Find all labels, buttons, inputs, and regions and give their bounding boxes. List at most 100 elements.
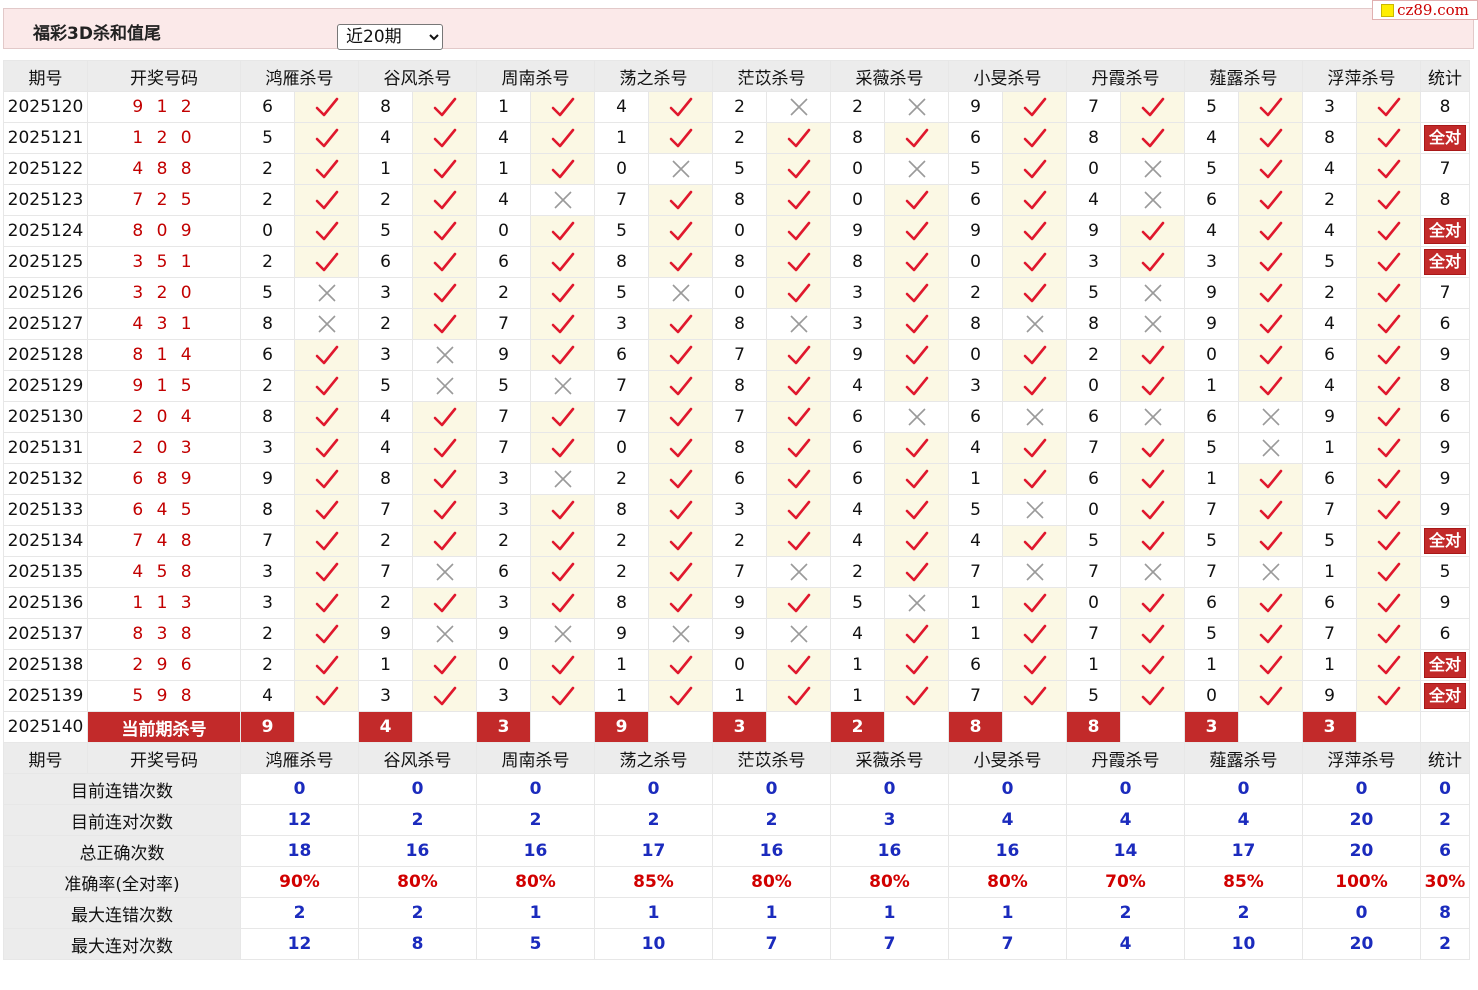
kill-number: 2 — [358, 525, 413, 557]
stats-value: 80% — [476, 866, 595, 898]
hit-mark — [766, 401, 831, 433]
hit-mark — [1356, 370, 1421, 402]
stat-cell: 8 — [1420, 370, 1470, 402]
hit-mark — [1002, 525, 1067, 557]
check-icon — [551, 593, 574, 613]
check-icon — [433, 190, 456, 210]
table-row: 2025131 2 0 33 4 7 0 8 6 4 7 5 1 9 — [3, 432, 1470, 464]
miss-mark — [530, 618, 595, 650]
hit-mark — [766, 370, 831, 402]
check-icon — [1023, 686, 1046, 706]
check-icon — [551, 159, 574, 179]
check-icon — [1023, 159, 1046, 179]
kill-number: 4 — [358, 122, 413, 154]
check-icon — [315, 562, 338, 582]
check-icon — [1023, 469, 1046, 489]
table-row: 2025134 7 4 8 7 2 2 2 2 4 4 5 5 5 全对 — [3, 525, 1470, 557]
hit-mark — [766, 649, 831, 681]
issue-number: 2025127 — [3, 308, 88, 340]
hit-mark — [1002, 649, 1067, 681]
table-row: 2025124 8 0 9 0 5 0 5 0 9 9 9 4 4 全对 — [3, 215, 1470, 247]
kill-number: 7 — [948, 556, 1003, 588]
miss-mark — [1238, 432, 1303, 464]
kill-number: 4 — [830, 494, 885, 526]
col-header-expert: 小旻杀号 — [948, 742, 1067, 774]
kill-number: 8 — [712, 308, 767, 340]
all-right-badge: 全对 — [1423, 249, 1466, 275]
check-icon — [1377, 128, 1400, 148]
hit-mark — [1356, 525, 1421, 557]
check-icon — [315, 407, 338, 427]
stats-value: 70% — [1066, 866, 1185, 898]
check-icon — [551, 221, 574, 241]
hit-mark — [294, 153, 359, 185]
cross-icon — [671, 160, 690, 178]
cross-icon — [1143, 284, 1162, 302]
hit-mark — [530, 432, 595, 464]
kill-number: 0 — [712, 215, 767, 247]
cross-icon — [1025, 563, 1044, 581]
kill-number: 6 — [1302, 587, 1357, 619]
stats-value: 2 — [1184, 897, 1303, 929]
cross-icon — [789, 563, 808, 581]
hit-mark — [648, 370, 713, 402]
kill-number: 6 — [240, 91, 295, 123]
check-icon — [905, 252, 928, 272]
stats-value: 4 — [1066, 804, 1185, 836]
kill-number: 5 — [1066, 525, 1121, 557]
check-icon — [669, 252, 692, 272]
cross-icon — [671, 625, 690, 643]
table-row: 2025130 2 0 48 4 7 7 7 6 6 6 6 9 6 — [3, 401, 1470, 433]
hit-mark — [1356, 680, 1421, 712]
kill-number: 6 — [948, 401, 1003, 433]
draw-numbers: 2 0 3 — [87, 432, 241, 464]
draw-numbers: 5 9 8 — [87, 680, 241, 712]
kill-number: 2 — [712, 91, 767, 123]
stats-value: 0 — [358, 773, 477, 805]
hit-mark — [648, 184, 713, 216]
kill-number: 7 — [1184, 494, 1239, 526]
hit-mark — [412, 587, 477, 619]
kill-number: 6 — [948, 184, 1003, 216]
check-icon — [1023, 252, 1046, 272]
kill-number: 9 — [1302, 401, 1357, 433]
kill-number: 5 — [240, 122, 295, 154]
check-icon — [1259, 469, 1282, 489]
hit-mark — [1120, 525, 1185, 557]
check-icon — [315, 686, 338, 706]
check-icon — [315, 345, 338, 365]
check-icon — [905, 190, 928, 210]
check-icon — [1377, 438, 1400, 458]
current-kill-number: 9 — [594, 711, 649, 743]
hit-mark — [412, 308, 477, 340]
col-header-expert: 薤露杀号 — [1184, 60, 1303, 92]
check-icon — [1377, 190, 1400, 210]
kill-number: 2 — [594, 525, 649, 557]
stats-label: 最大连对次数 — [3, 928, 241, 960]
check-icon — [1377, 314, 1400, 334]
hit-mark — [1238, 587, 1303, 619]
miss-mark — [1120, 401, 1185, 433]
hit-mark — [1120, 587, 1185, 619]
draw-numbers: 2 9 6 — [87, 649, 241, 681]
kill-number: 1 — [594, 649, 649, 681]
stats-label: 目前连对次数 — [3, 804, 241, 836]
check-icon — [315, 438, 338, 458]
check-icon — [905, 624, 928, 644]
kill-number: 7 — [1302, 618, 1357, 650]
kill-number: 0 — [948, 246, 1003, 278]
check-icon — [315, 655, 338, 675]
hit-mark — [412, 401, 477, 433]
stats-value: 12 — [240, 804, 359, 836]
miss-mark — [884, 587, 949, 619]
site-logo[interactable]: cz89.com — [1372, 0, 1478, 20]
kill-number: 4 — [948, 525, 1003, 557]
stat-cell: 8 — [1420, 184, 1470, 216]
check-icon — [1023, 438, 1046, 458]
kill-number: 2 — [358, 308, 413, 340]
hit-mark — [648, 587, 713, 619]
stat-cell: 9 — [1420, 463, 1470, 495]
period-select[interactable]: 近20期 — [337, 24, 443, 50]
stat-cell: 7 — [1420, 153, 1470, 185]
hit-mark — [884, 308, 949, 340]
